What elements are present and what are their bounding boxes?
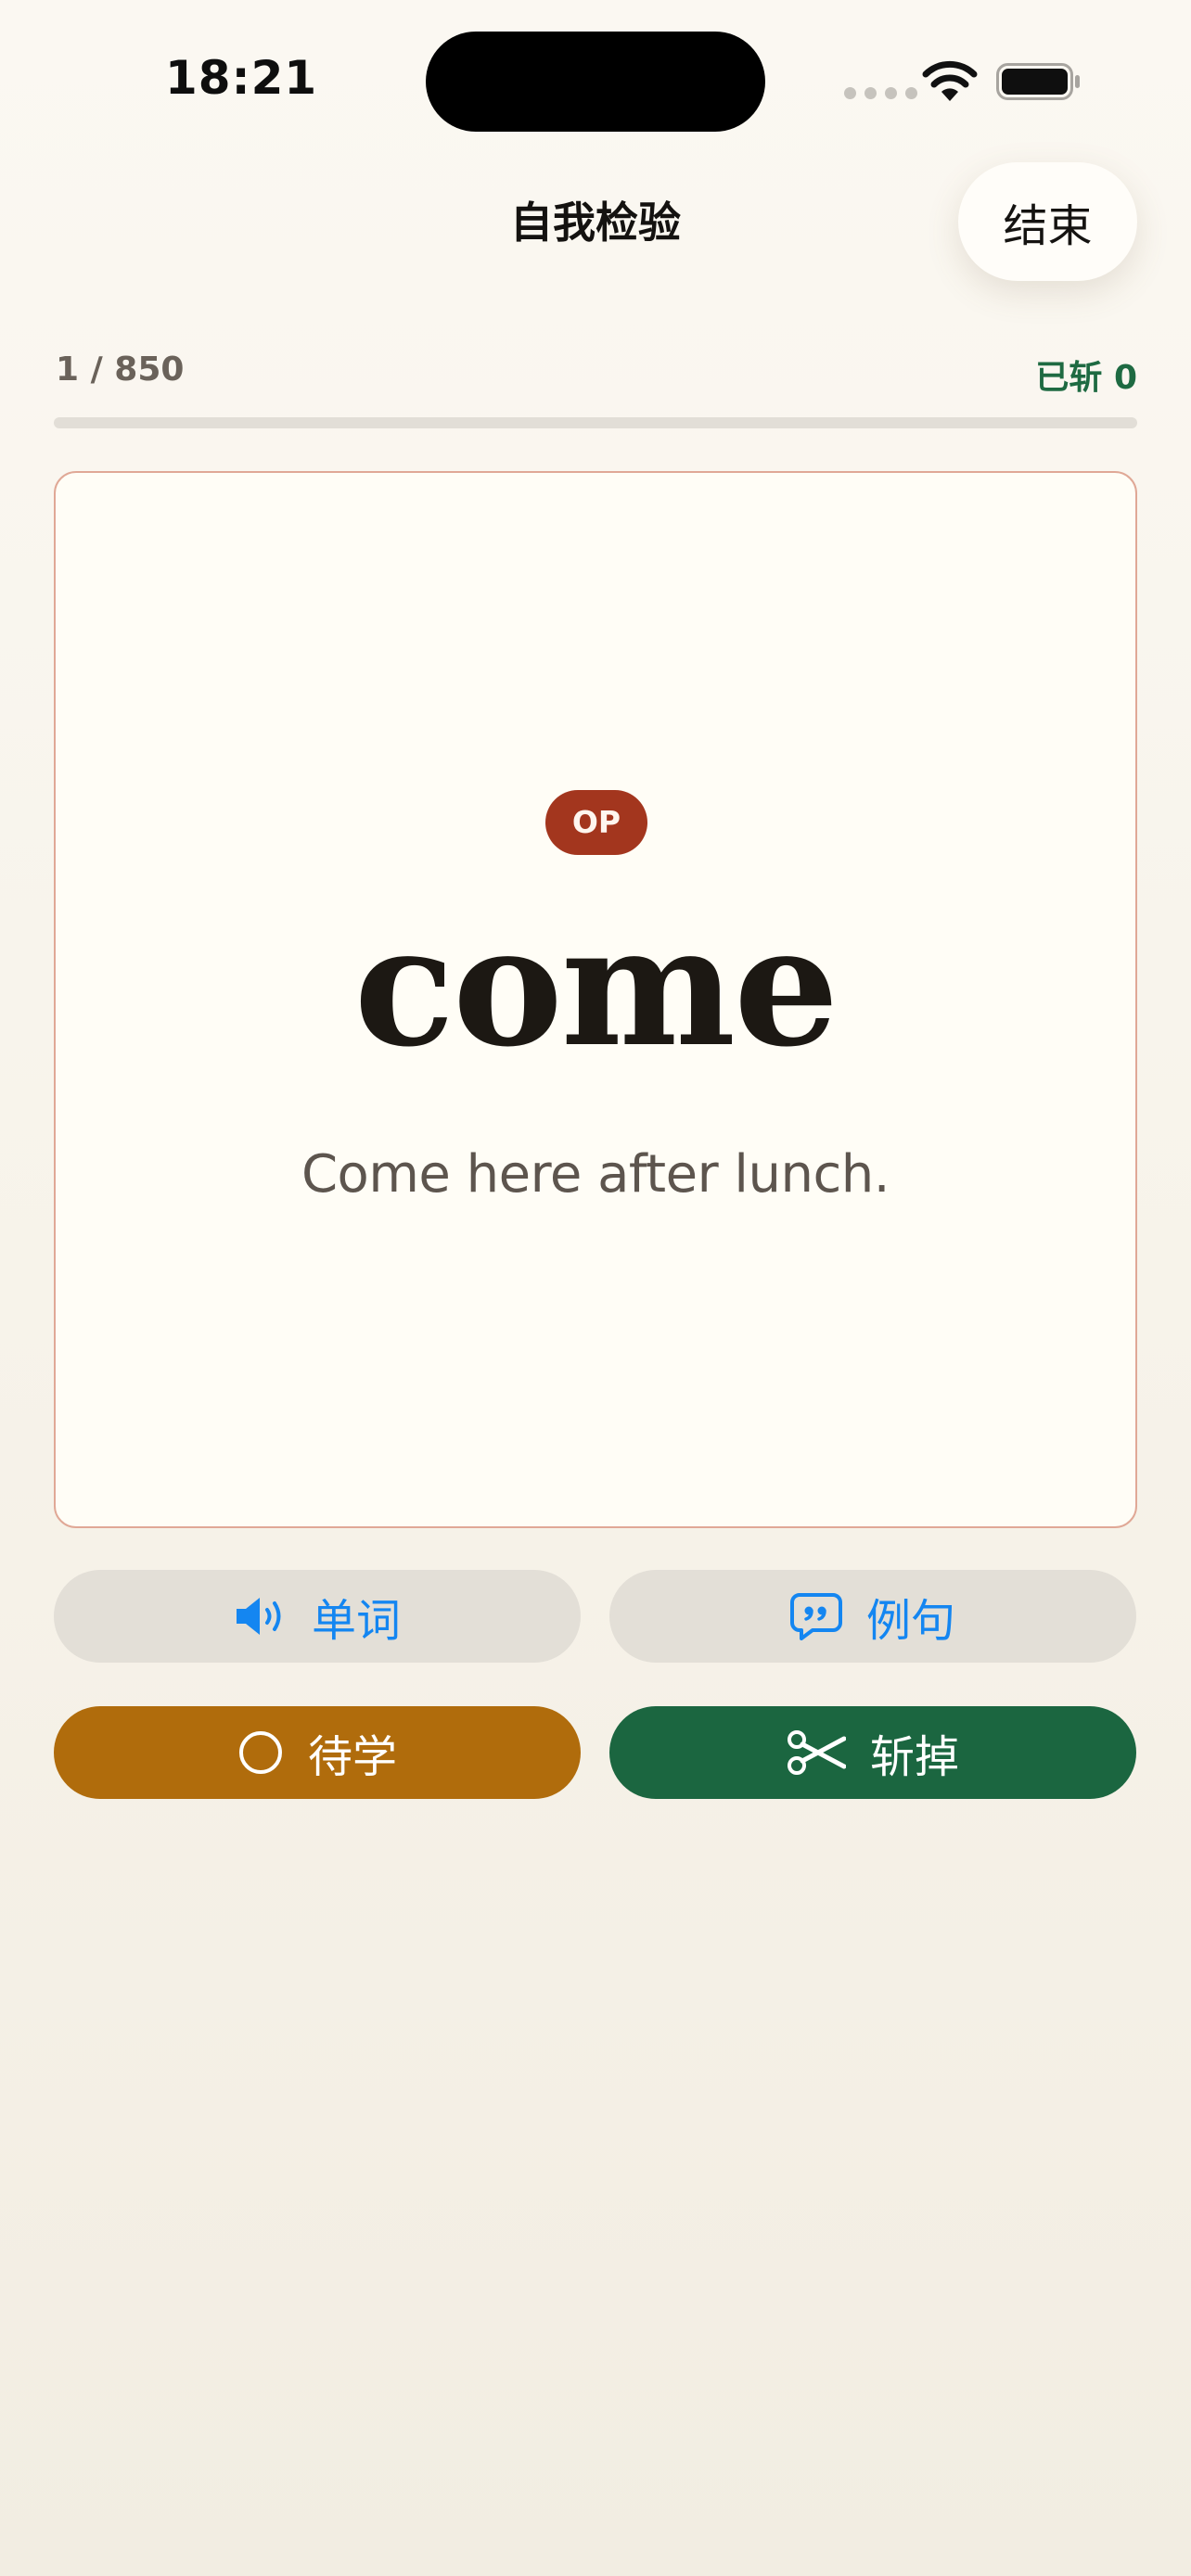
word-card[interactable]: OP come Come here after lunch.: [54, 471, 1137, 1528]
slay-label: 斩掉: [869, 1731, 959, 1783]
battery-icon: [996, 63, 1080, 100]
to-learn-button[interactable]: 待学: [54, 1706, 581, 1799]
play-sentence-label: 例句: [865, 1595, 955, 1647]
status-time: 18:21: [165, 51, 318, 105]
level-badge: OP: [545, 790, 647, 855]
scissors-icon: [787, 1729, 846, 1776]
quote-bubble-icon: [789, 1592, 842, 1640]
end-button[interactable]: 结束: [958, 162, 1137, 281]
wifi-icon: [922, 60, 978, 101]
dynamic-island: [426, 32, 765, 132]
speaker-icon: [234, 1595, 288, 1638]
cellular-signal-icon: [844, 87, 917, 99]
play-word-button[interactable]: 单词: [54, 1570, 581, 1663]
example-sentence: Come here after lunch.: [301, 1144, 890, 1205]
progress-bar: [54, 417, 1137, 428]
slay-button[interactable]: 斩掉: [609, 1706, 1136, 1799]
play-sentence-button[interactable]: 例句: [609, 1570, 1136, 1663]
status-bar: 18:21: [0, 0, 1191, 158]
circle-icon: [237, 1729, 284, 1776]
slain-count: 已斩 0: [1035, 359, 1137, 397]
play-word-label: 单词: [311, 1595, 401, 1647]
headword: come: [353, 889, 839, 1083]
progress-count: 1 / 850: [56, 351, 185, 389]
to-learn-label: 待学: [307, 1731, 397, 1783]
